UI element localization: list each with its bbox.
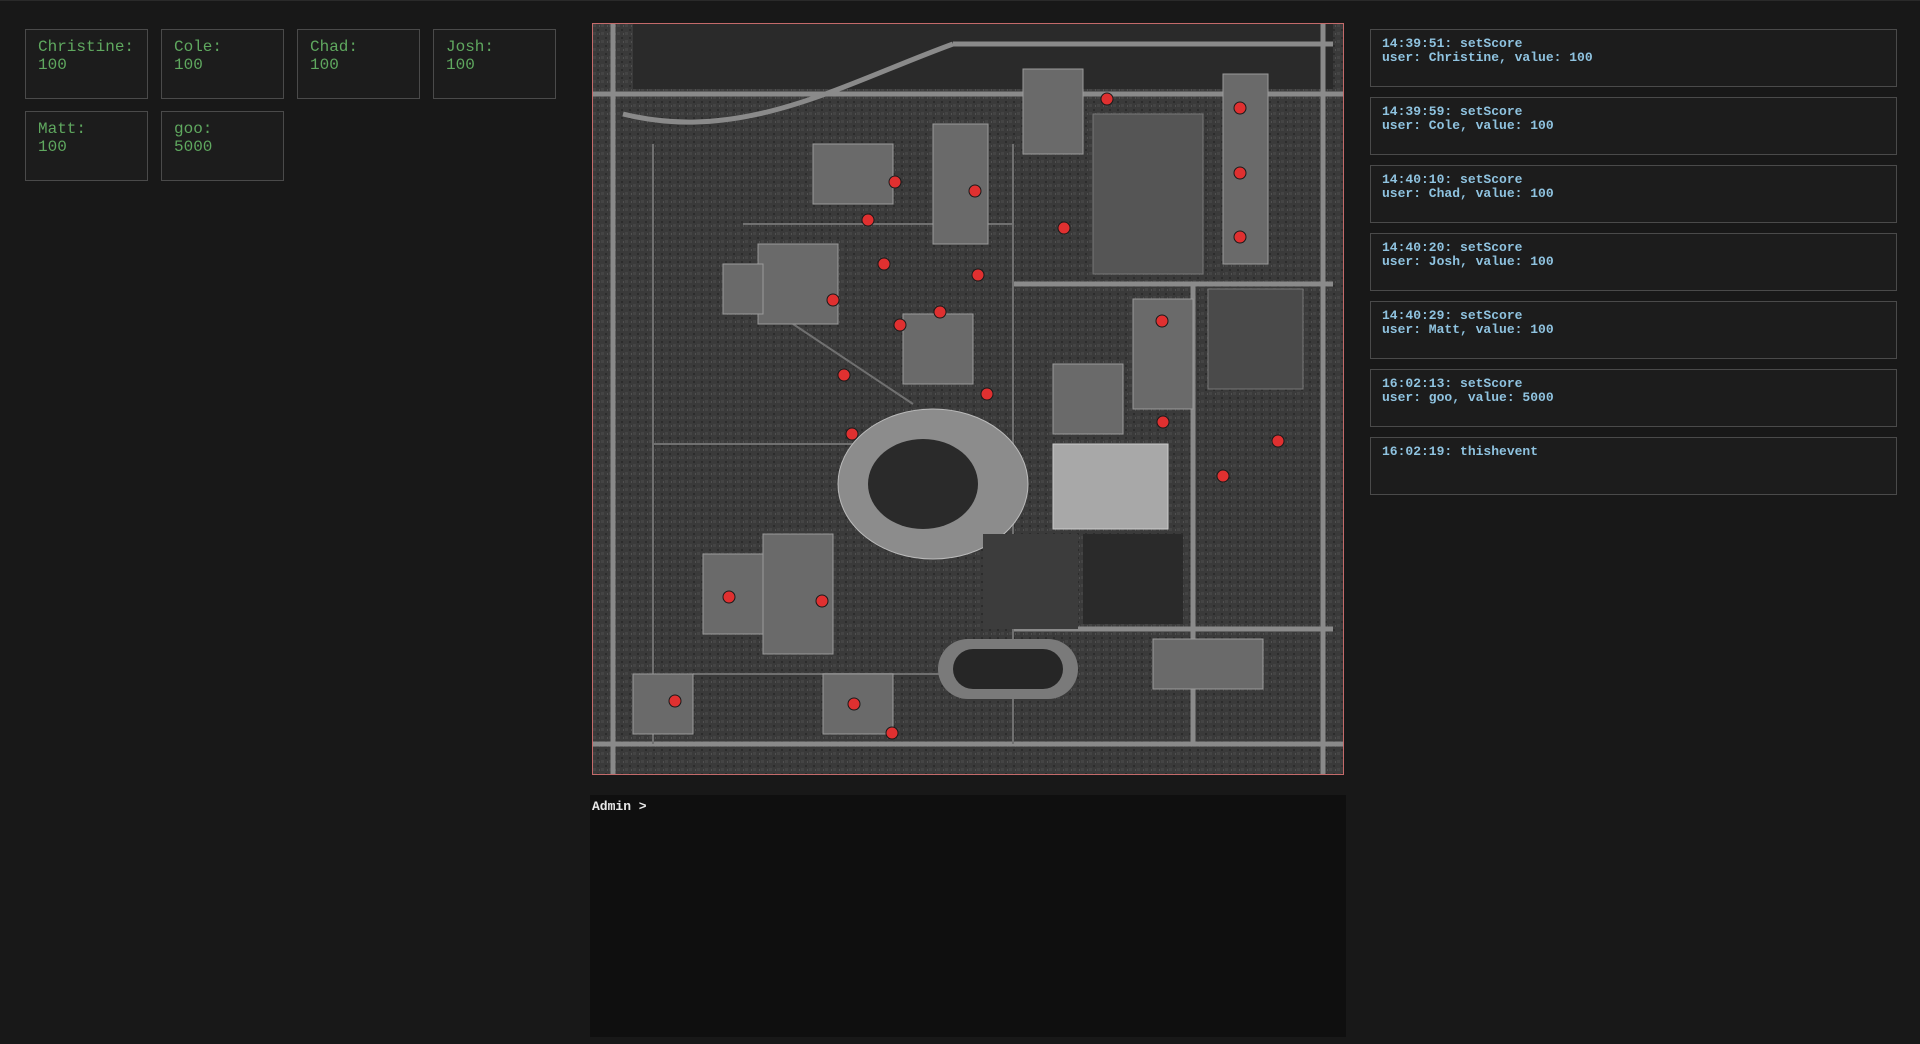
score-value: 100	[310, 56, 339, 74]
score-card: Cole: 100	[161, 29, 284, 99]
score-value: 100	[38, 138, 67, 156]
map-marker[interactable]	[1216, 469, 1230, 483]
admin-console[interactable]: Admin >	[590, 795, 1346, 1037]
score-card: Matt: 100	[25, 111, 148, 181]
log-line: user: Cole, value: 100	[1382, 118, 1554, 133]
map-marker[interactable]	[861, 213, 875, 227]
map-marker[interactable]	[668, 694, 682, 708]
campus-map[interactable]	[592, 23, 1344, 775]
map-marker[interactable]	[1233, 166, 1247, 180]
score-value: 5000	[174, 138, 213, 156]
map-marker[interactable]	[971, 268, 985, 282]
map-marker[interactable]	[893, 318, 907, 332]
map-marker[interactable]	[1156, 415, 1170, 429]
log-entry: 16:02:19: thishevent	[1370, 437, 1897, 495]
score-card: Josh: 100	[433, 29, 556, 99]
log-line: 16:02:19: thishevent	[1382, 444, 1539, 459]
log-entry: 16:02:13: setScore user: goo, value: 500…	[1370, 369, 1897, 427]
map-marker[interactable]	[980, 387, 994, 401]
map-marker[interactable]	[1233, 230, 1247, 244]
map-marker[interactable]	[877, 257, 891, 271]
log-line: user: Josh, value: 100	[1382, 254, 1554, 269]
map-marker[interactable]	[1057, 221, 1071, 235]
map-marker[interactable]	[1233, 101, 1247, 115]
map-marker[interactable]	[968, 184, 982, 198]
map-marker[interactable]	[1271, 434, 1285, 448]
score-name: Chad:	[310, 38, 359, 56]
log-entry: 14:40:20: setScore user: Josh, value: 10…	[1370, 233, 1897, 291]
map-marker[interactable]	[826, 293, 840, 307]
score-name: Christine:	[38, 38, 135, 56]
log-entry: 14:39:51: setScore user: Christine, valu…	[1370, 29, 1897, 87]
map-marker[interactable]	[722, 590, 736, 604]
score-name: Josh:	[446, 38, 495, 56]
log-line: 14:40:10: setScore	[1382, 172, 1523, 187]
score-name: Matt:	[38, 120, 87, 138]
score-value: 100	[174, 56, 203, 74]
map-marker[interactable]	[1100, 92, 1114, 106]
log-entry: 14:40:10: setScore user: Chad, value: 10…	[1370, 165, 1897, 223]
log-line: user: Chad, value: 100	[1382, 186, 1554, 201]
top-divider	[0, 0, 1920, 1]
log-entry: 14:39:59: setScore user: Cole, value: 10…	[1370, 97, 1897, 155]
score-card: goo: 5000	[161, 111, 284, 181]
map-marker[interactable]	[885, 726, 899, 740]
aerial-image	[593, 24, 1343, 774]
log-line: 16:02:13: setScore	[1382, 376, 1523, 391]
log-line: user: Matt, value: 100	[1382, 322, 1554, 337]
log-line: 14:39:51: setScore	[1382, 36, 1523, 51]
score-name: Cole:	[174, 38, 223, 56]
map-marker[interactable]	[847, 697, 861, 711]
log-line: 14:40:29: setScore	[1382, 308, 1523, 323]
map-marker[interactable]	[1155, 314, 1169, 328]
score-name: goo:	[174, 120, 213, 138]
log-line: 14:40:20: setScore	[1382, 240, 1523, 255]
console-prompt: Admin >	[592, 799, 647, 814]
score-value: 100	[38, 56, 67, 74]
score-value: 100	[446, 56, 475, 74]
map-marker[interactable]	[815, 594, 829, 608]
log-line: 14:39:59: setScore	[1382, 104, 1523, 119]
map-marker[interactable]	[837, 368, 851, 382]
map-marker[interactable]	[845, 427, 859, 441]
log-line: user: goo, value: 5000	[1382, 390, 1554, 405]
map-marker[interactable]	[933, 305, 947, 319]
log-entry: 14:40:29: setScore user: Matt, value: 10…	[1370, 301, 1897, 359]
score-card: Christine: 100	[25, 29, 148, 99]
score-card: Chad: 100	[297, 29, 420, 99]
log-line: user: Christine, value: 100	[1382, 50, 1593, 65]
map-marker[interactable]	[888, 175, 902, 189]
